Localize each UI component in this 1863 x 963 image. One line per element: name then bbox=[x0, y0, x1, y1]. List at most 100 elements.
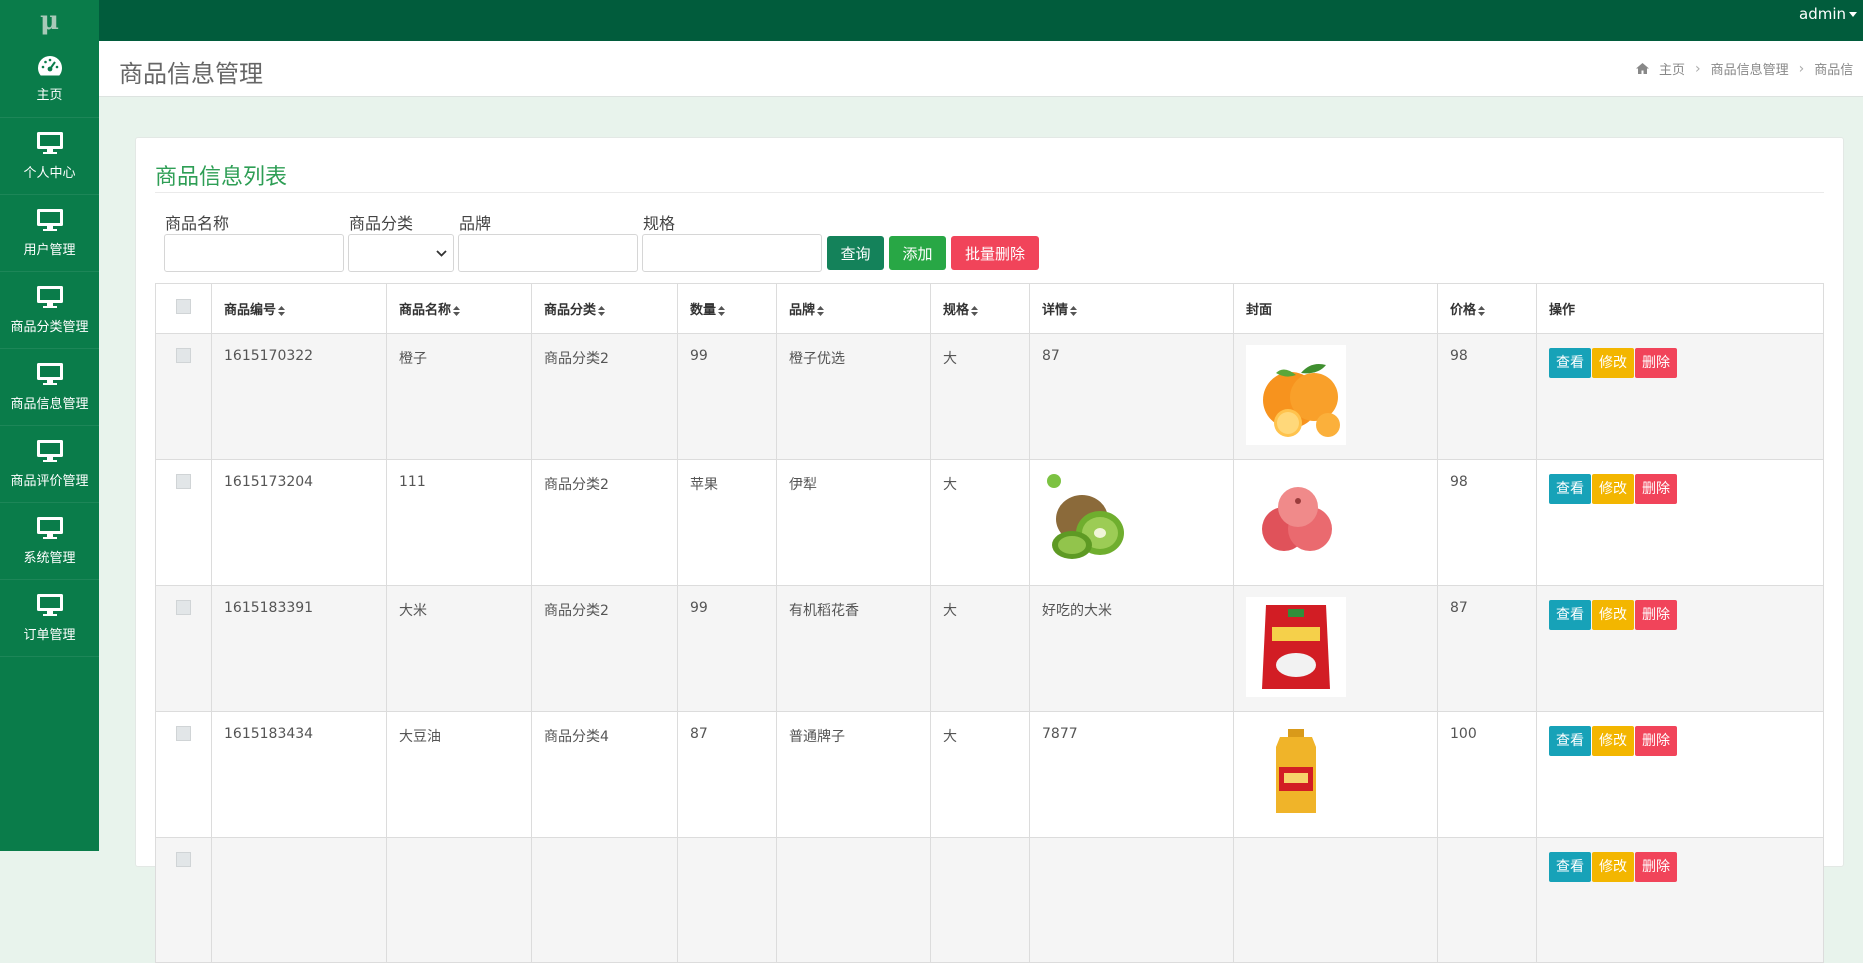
user-menu[interactable]: admin bbox=[1799, 5, 1857, 23]
monitor-icon bbox=[36, 363, 63, 385]
add-button[interactable]: 添加 bbox=[889, 236, 946, 270]
cell-brand: 有机稻花香 bbox=[776, 585, 931, 712]
apple-image bbox=[1246, 471, 1346, 571]
cell-cover bbox=[1233, 333, 1438, 460]
table-row: 1615170322 橙子 商品分类2 99 橙子优选 大 87 98 查看 修改… bbox=[155, 333, 1824, 460]
col-header-detail[interactable]: 详情 bbox=[1029, 283, 1234, 334]
monitor-icon bbox=[36, 132, 63, 154]
sidebar-item-label: 个人中心 bbox=[23, 166, 76, 181]
product-table: 商品编号 商品名称 商品分类 数量 品牌 规格 详情 封面 价格 操作 1615… bbox=[155, 283, 1824, 963]
spec-input[interactable] bbox=[642, 234, 822, 272]
sidebar-item-products[interactable]: 商品信息管理 bbox=[0, 349, 99, 426]
edit-button[interactable]: 修改 bbox=[1592, 726, 1634, 756]
breadcrumb-products[interactable]: 商品信息管理 bbox=[1711, 59, 1789, 78]
delete-button[interactable]: 删除 bbox=[1635, 852, 1677, 882]
product-list-card: 商品信息列表 商品名称 商品分类 品牌 规格 查询 添加 批量删除 商品编号 商… bbox=[135, 137, 1844, 963]
cell-spec: 大 bbox=[930, 459, 1030, 586]
main-content: 商品信息管理 主页 › 商品信息管理 › 商品信 商品信息列表 商品名称 商品分… bbox=[99, 41, 1863, 963]
col-header-name[interactable]: 商品名称 bbox=[386, 283, 532, 334]
edit-button[interactable]: 修改 bbox=[1592, 600, 1634, 630]
divider bbox=[155, 192, 1824, 193]
cell-qty: 99 bbox=[677, 333, 777, 460]
sidebar-item-profile[interactable]: 个人中心 bbox=[0, 118, 99, 195]
cell-price: 98 bbox=[1437, 333, 1537, 460]
delete-button[interactable]: 删除 bbox=[1635, 600, 1677, 630]
cell-id: 1615170322 bbox=[211, 333, 387, 460]
view-button[interactable]: 查看 bbox=[1549, 348, 1591, 378]
cell-price: 87 bbox=[1437, 585, 1537, 712]
cell-category: 商品分类2 bbox=[531, 459, 678, 586]
cell-id: 1615173204 bbox=[211, 459, 387, 586]
col-header-price[interactable]: 价格 bbox=[1437, 283, 1537, 334]
username: admin bbox=[1799, 5, 1846, 23]
cell-id: 1615183391 bbox=[211, 585, 387, 712]
breadcrumb-current: 商品信 bbox=[1814, 63, 1854, 78]
select-all-checkbox[interactable] bbox=[176, 299, 191, 314]
row-checkbox[interactable] bbox=[176, 600, 191, 615]
sidebar-item-home[interactable]: 主页 bbox=[0, 41, 99, 118]
sidebar-item-orders[interactable]: 订单管理 bbox=[0, 580, 99, 657]
page-header: 商品信息管理 主页 › 商品信息管理 › 商品信 bbox=[99, 41, 1863, 97]
row-checkbox[interactable] bbox=[176, 348, 191, 363]
sidebar-item-system[interactable]: 系统管理 bbox=[0, 503, 99, 580]
spec-label: 规格 bbox=[643, 214, 676, 233]
cell-detail: 7877 bbox=[1029, 711, 1234, 838]
edit-button[interactable]: 修改 bbox=[1592, 852, 1634, 882]
cell-category: 商品分类4 bbox=[531, 711, 678, 838]
app-logo[interactable]: μ bbox=[0, 0, 99, 41]
sidebar-item-categories[interactable]: 商品分类管理 bbox=[0, 272, 99, 349]
sidebar-item-label: 商品评价管理 bbox=[10, 474, 89, 489]
row-checkbox[interactable] bbox=[176, 474, 191, 489]
col-header-qty[interactable]: 数量 bbox=[677, 283, 777, 334]
cell-detail: 好吃的大米 bbox=[1029, 585, 1234, 712]
sidebar-item-label: 系统管理 bbox=[23, 551, 76, 566]
chevron-right-icon: › bbox=[1695, 60, 1701, 77]
col-header-id[interactable]: 商品编号 bbox=[211, 283, 387, 334]
sort-icon bbox=[718, 305, 726, 316]
col-header-category[interactable]: 商品分类 bbox=[531, 283, 678, 334]
monitor-icon bbox=[36, 209, 63, 231]
edit-button[interactable]: 修改 bbox=[1592, 474, 1634, 504]
delete-button[interactable]: 删除 bbox=[1635, 348, 1677, 378]
cell-qty: 99 bbox=[677, 585, 777, 712]
query-button[interactable]: 查询 bbox=[827, 236, 884, 270]
sidebar-item-label: 用户管理 bbox=[23, 243, 76, 258]
name-label: 商品名称 bbox=[165, 214, 230, 233]
sidebar: 主页 个人中心 用户管理 商品分类管理 商品信息管理 商品评价管理 系统管理 订… bbox=[0, 41, 99, 851]
brand-label: 品牌 bbox=[459, 214, 492, 233]
category-label: 商品分类 bbox=[349, 214, 414, 233]
edit-button[interactable]: 修改 bbox=[1592, 348, 1634, 378]
sidebar-item-label: 商品分类管理 bbox=[10, 320, 89, 335]
view-button[interactable]: 查看 bbox=[1549, 852, 1591, 882]
breadcrumb-home[interactable]: 主页 bbox=[1659, 59, 1685, 78]
cell-spec: 大 bbox=[930, 711, 1030, 838]
brand-input[interactable] bbox=[458, 234, 638, 272]
view-button[interactable]: 查看 bbox=[1549, 726, 1591, 756]
cell-price: 100 bbox=[1437, 711, 1537, 838]
table-row: 1615183391 大米 商品分类2 99 有机稻花香 大 好吃的大米 87 … bbox=[155, 585, 1824, 712]
chevron-down-icon bbox=[436, 250, 447, 257]
col-header-spec[interactable]: 规格 bbox=[930, 283, 1030, 334]
delete-button[interactable]: 删除 bbox=[1635, 726, 1677, 756]
category-select[interactable] bbox=[348, 234, 454, 272]
product-name-input[interactable] bbox=[164, 234, 344, 272]
sidebar-item-label: 订单管理 bbox=[23, 628, 76, 643]
caret-down-icon bbox=[1849, 12, 1857, 17]
batch-delete-button[interactable]: 批量删除 bbox=[951, 236, 1039, 270]
cell-actions: 查看 修改 删除 bbox=[1536, 837, 1824, 963]
view-button[interactable]: 查看 bbox=[1549, 600, 1591, 630]
delete-button[interactable]: 删除 bbox=[1635, 474, 1677, 504]
view-button[interactable]: 查看 bbox=[1549, 474, 1591, 504]
col-header-brand[interactable]: 品牌 bbox=[776, 283, 931, 334]
cell-actions: 查看 修改 删除 bbox=[1536, 711, 1824, 838]
oil-bottle-image bbox=[1246, 723, 1346, 823]
sidebar-item-users[interactable]: 用户管理 bbox=[0, 195, 99, 272]
cell-brand: 普通牌子 bbox=[776, 711, 931, 838]
table-row: 查看 修改 删除 bbox=[155, 837, 1824, 963]
cell-actions: 查看 修改 删除 bbox=[1536, 585, 1824, 712]
row-checkbox[interactable] bbox=[176, 726, 191, 741]
rice-bag-image bbox=[1246, 597, 1346, 697]
row-checkbox[interactable] bbox=[176, 852, 191, 867]
sidebar-item-reviews[interactable]: 商品评价管理 bbox=[0, 426, 99, 503]
orange-image bbox=[1246, 345, 1346, 445]
